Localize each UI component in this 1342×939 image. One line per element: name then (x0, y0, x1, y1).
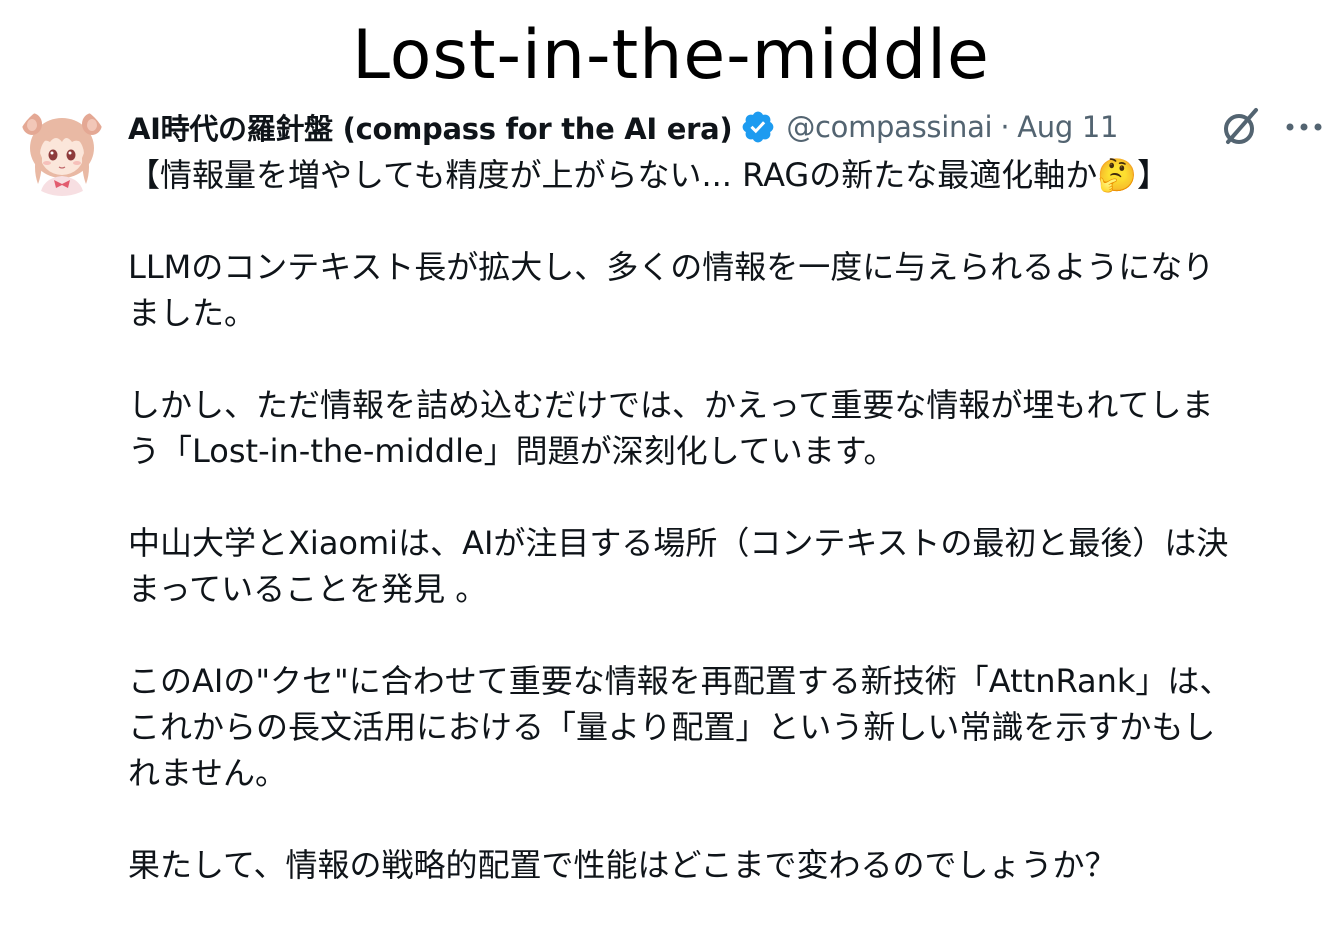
author-display-name[interactable]: AI時代の羅針盤 (compass for the AI era) (128, 106, 733, 148)
paragraph-line: しかし、ただ情報を詰め込むだけでは、かえって重要な情報が埋もれてしま (128, 386, 1214, 424)
paragraph-line: う「Lost-in-the-middle」問題が深刻化しています。 (128, 432, 896, 470)
paragraph-line: れません。 (128, 754, 288, 792)
tweet-paragraph-2: しかし、ただ情報を詰め込むだけでは、かえって重要な情報が埋もれてしま う「Los… (128, 382, 1328, 474)
more-options-icon[interactable] (1282, 110, 1326, 144)
paragraph-line: ました。 (128, 294, 257, 332)
headline-text: 【情報量を増やしても精度が上がらない... RAGの新たな最適化軸か (128, 156, 1098, 194)
paragraph-line: 中山大学とXiaomiは、AIが注目する場所（コンテキストの最初と最後）は決 (128, 524, 1229, 562)
tweet-header: AI時代の羅針盤 (compass for the AI era) @compa… (128, 104, 1118, 150)
tweet-paragraph-3: 中山大学とXiaomiは、AIが注目する場所（コンテキストの最初と最後）は決 ま… (128, 520, 1328, 612)
grok-icon[interactable] (1218, 104, 1264, 150)
tweet-date[interactable]: Aug 11 (1017, 110, 1118, 144)
header-separator: · (1000, 110, 1010, 144)
tweet-text: 【情報量を増やしても精度が上がらない... RAGの新たな最適化軸か🤔】 LLM… (128, 152, 1328, 934)
thinking-face-emoji-icon: 🤔 (1097, 156, 1138, 194)
paragraph-line: これからの長文活用における「量より配置」という新しい常識を示すかもし (128, 708, 1216, 746)
paragraph-line: LLMのコンテキスト長が拡大し、多くの情報を一度に与えられるようになり (128, 248, 1215, 286)
author-handle[interactable]: @compassinai (786, 110, 992, 144)
avatar-image (16, 104, 108, 196)
paragraph-line: 果たして、情報の戦略的配置で性能はどこまで変わるのでしょうか？ (128, 846, 1117, 884)
paragraph-line: このAIの"クセ"に合わせて重要な情報を再配置する新技術「AttnRank」は、 (128, 662, 1232, 700)
avatar[interactable] (16, 104, 108, 196)
tweet-headline: 【情報量を増やしても精度が上がらない... RAGの新たな最適化軸か🤔】 (128, 152, 1328, 198)
tweet-paragraph-5: 果たして、情報の戦略的配置で性能はどこまで変わるのでしょうか？ (128, 842, 1328, 888)
verified-badge-icon (740, 109, 776, 145)
paragraph-line: まっていることを発見 。 (128, 570, 488, 608)
tweet-paragraph-4: このAIの"クセ"に合わせて重要な情報を再配置する新技術「AttnRank」は、… (128, 658, 1328, 796)
tweet-paragraph-1: LLMのコンテキスト長が拡大し、多くの情報を一度に与えられるようになり ました。 (128, 244, 1328, 336)
page-heading: Lost-in-the-middle (352, 16, 990, 95)
headline-close-bracket: 】 (1137, 156, 1170, 194)
headline-line: 【情報量を増やしても精度が上がらない... RAGの新たな最適化軸か🤔】 (128, 152, 1328, 198)
